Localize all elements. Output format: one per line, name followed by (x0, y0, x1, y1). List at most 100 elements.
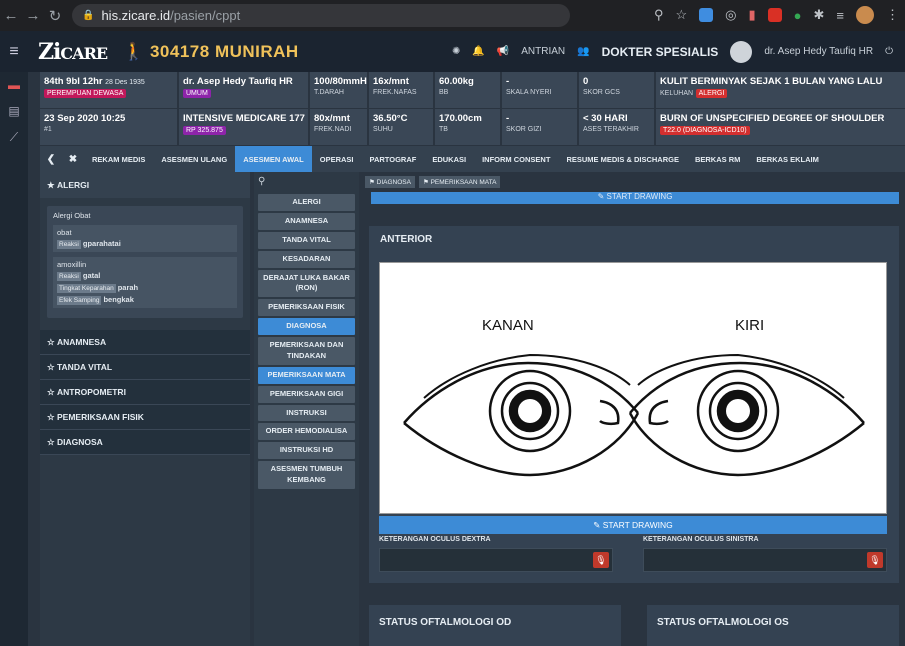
profile-avatar[interactable] (856, 6, 874, 24)
oculus-dextra-input[interactable]: 🎙 (379, 548, 613, 572)
oculus-sinistra-input[interactable]: 🎙 (643, 548, 887, 572)
menu-instruksi-hd[interactable]: INSTRUKSI HD (258, 442, 355, 460)
left-eye (628, 353, 865, 477)
star-icon: ★ (47, 179, 57, 190)
anterior-card: ANTERIOR KANAN KIRI ✎ START DRAWING KETE… (369, 226, 899, 583)
info-dob: 28 Des 1935 (105, 79, 145, 86)
settings-icon[interactable]: ✺ (452, 46, 460, 57)
tab-asesmen-ulang[interactable]: ASESMEN ULANG (153, 146, 235, 172)
alergi-badge[interactable]: ALERGI (695, 89, 728, 98)
info-td: 100/80mmHg T.DARAH (310, 72, 367, 109)
user-role[interactable]: DOKTER SPESIALIS (602, 45, 719, 59)
chart-icon[interactable]: ⟋ (0, 124, 28, 150)
extension-icon[interactable]: ▮ (748, 7, 755, 23)
info-value: 100/80mmHg (314, 76, 367, 87)
menu-icon[interactable]: ⋮ (886, 7, 899, 23)
user-name[interactable]: dr. Asep Hedy Taufiq HR (764, 46, 873, 57)
menu-pemeriksaan-mata[interactable]: PEMERIKSAAN MATA (258, 366, 355, 384)
info-value: - (506, 76, 510, 87)
tab-berkas-eklaim[interactable]: BERKAS EKLAIM (748, 146, 827, 172)
drawing-canvas[interactable]: KANAN KIRI (379, 262, 887, 514)
forward-icon[interactable]: → (22, 7, 44, 24)
menu-derajat-luka-bakar[interactable]: DERAJAT LUKA BAKAR (RON) (258, 269, 355, 298)
playlist-icon[interactable]: ≡ (836, 8, 844, 23)
antrian-link[interactable]: ANTRIAN (521, 46, 565, 57)
browser-toolbar: ← → ↻ 🔒 his.zicare.id/pasien/cppt ⚲ ☆ ◎ … (0, 0, 905, 31)
od-label: KETERANGAN OCULUS DEXTRA (379, 536, 491, 543)
extension-icon[interactable] (767, 8, 782, 22)
tab-edukasi[interactable]: EDUKASI (424, 146, 474, 172)
user-avatar[interactable] (730, 40, 753, 63)
menu-instruksi[interactable]: INSTRUKSI (258, 404, 355, 422)
tab-inform-consent[interactable]: INFORM CONSENT (474, 146, 558, 172)
icd-badge: T22.0 (DIAGNOSA-ICD10) (660, 126, 750, 135)
tab-operasi[interactable]: OPERASI (312, 146, 362, 172)
address-bar[interactable]: 🔒 his.zicare.id/pasien/cppt (72, 4, 570, 27)
alergi-name: amoxillin (57, 260, 87, 269)
menu-diagnosa[interactable]: DIAGNOSA (258, 318, 355, 335)
info-value: KULIT BERMINYAK SEJAK 1 BULAN YANG LALU (660, 76, 883, 87)
alergi-box-title: Alergi Obat (53, 211, 91, 220)
start-drawing-button-top[interactable]: ✎ START DRAWING (371, 192, 899, 204)
zoom-icon[interactable]: ⚲ (654, 7, 664, 23)
person-icon: 🚶 (123, 41, 145, 61)
section-tanda-vital[interactable]: ☆ TANDA VITAL (40, 355, 250, 380)
info-label: SKOR GIZI (506, 126, 542, 133)
reaksi-label: Reaksi (57, 272, 81, 281)
menu-order-hemodialisa[interactable]: ORDER HEMODIALISA (258, 423, 355, 441)
section-anamnesa[interactable]: ☆ ANAMNESA (40, 330, 250, 355)
bed-icon[interactable]: ▬ (0, 72, 28, 98)
back-icon[interactable]: ← (0, 7, 22, 24)
menu-pemeriksaan-fisik[interactable]: PEMERIKSAAN FISIK (258, 299, 355, 317)
tab-asesmen-awal[interactable]: ASESMEN AWAL (235, 146, 312, 172)
back-tab-icon[interactable]: ❮ (40, 146, 62, 172)
microphone-icon[interactable]: 🎙 (593, 552, 609, 568)
os-label: KETERANGAN OCULUS SINISTRA (643, 536, 759, 543)
power-icon[interactable]: ⏻ (885, 46, 893, 57)
close-tab-icon[interactable]: ✖ (62, 146, 84, 172)
browser-extensions: ⚲ ☆ ◎ ▮ ● ✱ ≡ ⋮ (654, 5, 899, 25)
url-path: /pasien/cppt (170, 8, 241, 23)
list-icon[interactable]: ▤ (0, 98, 28, 124)
info-label: SKOR GCS (583, 89, 620, 96)
extension-icon[interactable] (699, 8, 714, 22)
menu-tanda-vital[interactable]: TANDA VITAL (258, 231, 355, 249)
bell-icon[interactable]: 🔔 (472, 46, 484, 57)
tab-partograf[interactable]: PARTOGRAF (362, 146, 425, 172)
section-diagnosa[interactable]: ☆ DIAGNOSA (40, 430, 250, 455)
menu-anamnesa[interactable]: ANAMNESA (258, 212, 355, 230)
status-od-card: STATUS OFTALMOLOGI OD (369, 605, 621, 646)
reload-icon[interactable]: ↻ (44, 7, 66, 25)
microphone-icon[interactable]: 🎙 (867, 552, 883, 568)
section-label: PEMERIKSAAN FISIK (56, 412, 144, 422)
menu-pemeriksaan-gigi[interactable]: PEMERIKSAAN GIGI (258, 385, 355, 403)
star-icon[interactable]: ☆ (675, 7, 687, 23)
gender-badge: PEREMPUAN DEWASA (44, 89, 127, 98)
extension-icon[interactable]: ● (794, 8, 802, 23)
section-antropometri[interactable]: ☆ ANTROPOMETRI (40, 380, 250, 405)
alergi-header[interactable]: ★ ALERGI (40, 172, 250, 198)
tarif-badge: RP 325.875 (183, 126, 226, 135)
info-age: 84th 9bl 12hr 28 Des 1935 PEREMPUAN DEWAS… (40, 72, 177, 109)
megaphone-icon[interactable]: 📢 (497, 46, 509, 57)
tab-berkas-rm[interactable]: BERKAS RM (687, 146, 748, 172)
menu-pemeriksaan-tindakan[interactable]: PEMERIKSAAN DAN TINDAKAN (258, 337, 355, 365)
section-pemeriksaan-fisik[interactable]: ☆ PEMERIKSAAN FISIK (40, 405, 250, 430)
puzzle-icon[interactable]: ✱ (814, 7, 825, 23)
star-outline-icon: ☆ (47, 361, 57, 372)
info-label: SKALA NYERI (506, 89, 552, 96)
start-drawing-button[interactable]: ✎ START DRAWING (379, 516, 887, 534)
logo-rest: CARE (60, 43, 108, 63)
info-label: #1 (44, 126, 52, 133)
extension-icon[interactable]: ◎ (725, 7, 736, 23)
hamburger-icon[interactable]: ≡ (0, 43, 28, 61)
crumb-pemeriksaan-mata[interactable]: ⚑ PEMERIKSAAN MATA (418, 176, 501, 188)
menu-kesadaran[interactable]: KESADARAN (258, 250, 355, 268)
menu-alergi[interactable]: ALERGI (258, 194, 355, 211)
search-icon[interactable]: ⚲ (254, 172, 359, 194)
crumb-diagnosa[interactable]: ⚑ DIAGNOSA (365, 176, 415, 188)
tab-rekam-medis[interactable]: REKAM MEDIS (84, 146, 153, 172)
main-tabs: ❮ ✖ REKAM MEDIS ASESMEN ULANG ASESMEN AW… (40, 146, 905, 172)
tab-resume-medis[interactable]: RESUME MEDIS & DISCHARGE (558, 146, 687, 172)
menu-asesmen-tumbuh-kembang[interactable]: ASESMEN TUMBUH KEMBANG (258, 461, 355, 489)
